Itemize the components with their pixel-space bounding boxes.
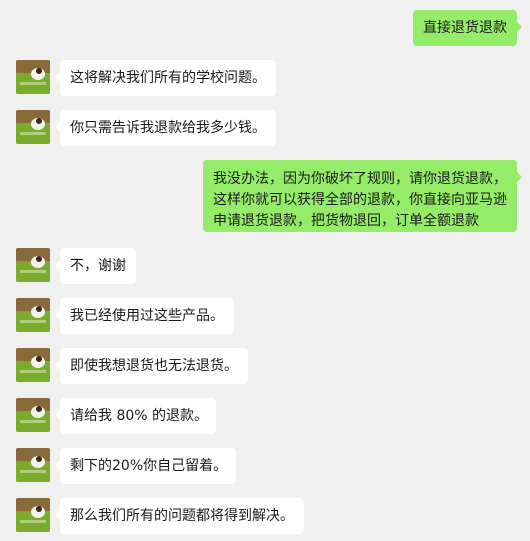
- outgoing-message-bubble[interactable]: 直接退货退款: [413, 10, 522, 46]
- avatar-image: [16, 60, 50, 94]
- message-text: 我已经使用过这些产品。: [70, 308, 224, 324]
- contact-avatar[interactable]: [16, 298, 50, 332]
- incoming-message-bubble[interactable]: 请给我 80% 的退款。: [55, 398, 216, 434]
- avatar-image: [16, 248, 50, 282]
- message-text-line: 我没办法，因为你破坏了规则，请你退货退款，: [213, 171, 507, 187]
- message-text: 不，谢谢: [70, 258, 126, 274]
- contact-avatar[interactable]: [16, 60, 50, 94]
- contact-avatar[interactable]: [16, 498, 50, 532]
- incoming-message-bubble[interactable]: 这将解决我们所有的学校问题。: [55, 60, 276, 96]
- avatar-image: [16, 498, 50, 532]
- avatar-image: [16, 348, 50, 382]
- outgoing-message-bubble[interactable]: 我没办法，因为你破坏了规则，请你退货退款， 这样你就可以获得全部的退款，你直接向…: [203, 160, 522, 232]
- contact-avatar[interactable]: [16, 110, 50, 144]
- avatar-image: [16, 298, 50, 332]
- message-text: 这将解决我们所有的学校问题。: [70, 70, 266, 86]
- avatar-image: [16, 448, 50, 482]
- incoming-message-bubble[interactable]: 剩下的20%你自己留着。: [55, 448, 236, 484]
- incoming-message-bubble[interactable]: 我已经使用过这些产品。: [55, 298, 234, 334]
- message-text-line: 这样你就可以获得全部的退款，你直接向亚马逊: [213, 192, 507, 208]
- message-text-line: 申请退货退款，把货物退回，订单全额退款: [213, 213, 479, 229]
- contact-avatar[interactable]: [16, 448, 50, 482]
- chat-area: 直接退货退款 这将解决我们所有的学校问题。 你只需告诉我退款给我多少钱。 我没办…: [0, 0, 530, 541]
- message-text: 请给我 80% 的退款。: [70, 408, 209, 424]
- contact-avatar[interactable]: [16, 348, 50, 382]
- avatar-image: [16, 110, 50, 144]
- incoming-message-bubble[interactable]: 那么我们所有的问题都将得到解决。: [55, 498, 304, 534]
- message-text: 那么我们所有的问题都将得到解决。: [70, 508, 294, 524]
- contact-avatar[interactable]: [16, 398, 50, 432]
- incoming-message-bubble[interactable]: 你只需告诉我退款给我多少钱。: [55, 110, 276, 146]
- message-text: 剩下的20%你自己留着。: [70, 458, 228, 474]
- message-text: 直接退货退款: [423, 20, 507, 36]
- incoming-message-bubble[interactable]: 不，谢谢: [55, 248, 136, 284]
- contact-avatar[interactable]: [16, 248, 50, 282]
- avatar-image: [16, 398, 50, 432]
- message-text: 即使我想退货也无法退货。: [70, 358, 238, 374]
- incoming-message-bubble[interactable]: 即使我想退货也无法退货。: [55, 348, 248, 384]
- message-text: 你只需告诉我退款给我多少钱。: [70, 120, 266, 136]
